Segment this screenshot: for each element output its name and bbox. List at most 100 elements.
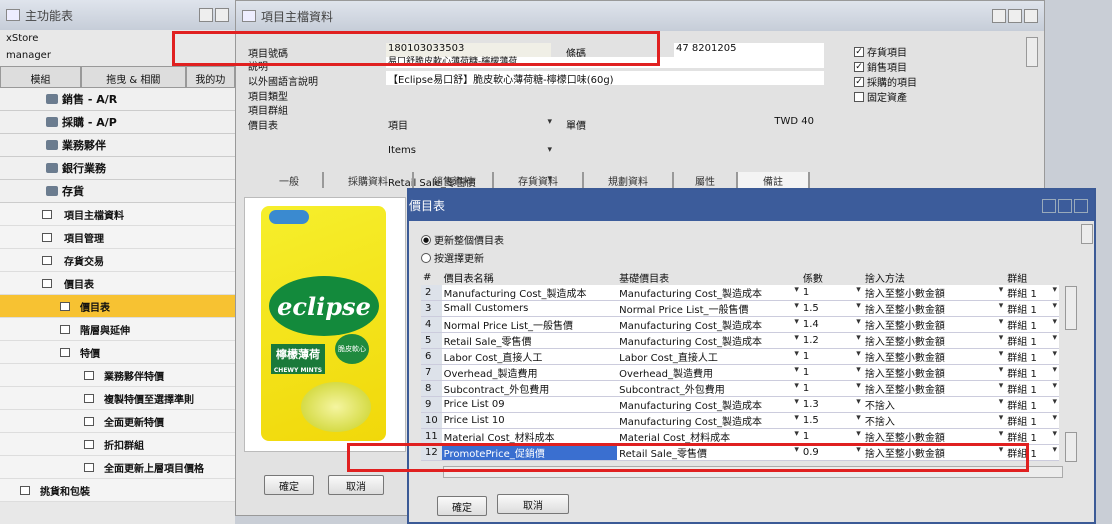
pl-ok-button[interactable]: 確定 [437,496,487,516]
price-list-name-cell[interactable]: Subcontract_外包費用 [441,380,618,397]
section-inventory[interactable]: 存貨 [0,180,235,203]
table-row[interactable]: 2 Manufacturing Cost_製造成本 Manufacturing Co… [421,285,1059,301]
table-scrollbar-upper[interactable] [1065,286,1077,330]
section-business-partners[interactable]: 業務夥伴 [0,134,235,157]
table-row[interactable]: 6Labor Cost_直接人工Labor Cost_直接人工1捨入至整小數金額… [421,348,1059,365]
table-row[interactable]: 8Subcontract_外包費用Subcontract_外包費用1捨入至整小數… [421,380,1059,397]
group-cell[interactable]: 群組 1 [1005,300,1059,317]
rounding-cell[interactable]: 捨入至整小數金額 [862,348,1006,365]
base-price-list-cell[interactable]: Manufacturing Cost_製造成本 [617,285,801,301]
section-purchasing[interactable]: 採購 - A/P [0,111,235,134]
cancel-button[interactable]: 取消 [328,475,384,495]
rounding-cell[interactable]: 捨入至整小數金額 [862,316,1006,333]
rounding-cell[interactable]: 捨入至整小數金額 [862,380,1006,397]
tab-purchasing[interactable]: 採購資料 [324,172,414,188]
section-banking[interactable]: 銀行業務 [0,157,235,180]
table-row[interactable]: 4 Normal Price List_一般售價 Manufacturing Cos… [421,316,1059,333]
rounding-cell[interactable]: 捨入至整小數金額 [862,364,1006,381]
table-row[interactable]: 5Retail Sale_零售價Manufacturing Cost_製造成本1… [421,332,1059,349]
maximize-icon[interactable] [1008,9,1022,23]
base-price-list-cell[interactable]: Overhead_製造費用 [617,364,801,381]
price-list-name-cell[interactable]: Normal Price List_一般售價 [441,316,618,333]
tab-inventory[interactable]: 存貨資料 [494,172,584,188]
menu-item-price-lists-folder[interactable]: 價目表 [0,272,235,295]
close-icon[interactable] [1074,198,1088,213]
base-price-list-cell[interactable]: Labor Cost_直接人工 [617,348,801,365]
menu-item-hierarchy[interactable]: 階層與延伸 [0,318,235,341]
form-scrollbar[interactable] [1026,37,1038,67]
price-list-name-cell[interactable]: Overhead_製造費用 [441,364,618,381]
tab-drag-relate[interactable]: 拖曳 & 相關 [80,66,186,88]
tab-remarks[interactable]: 備註 [738,172,810,188]
menu-item-special-prices[interactable]: 特價 [0,341,235,364]
base-price-list-cell[interactable]: Manufacturing Cost_製造成本 [617,412,801,429]
base-price-list-cell[interactable]: Manufacturing Cost_製造成本 [617,332,801,349]
rounding-cell[interactable]: 不捨入 [862,412,1006,429]
minimize-icon[interactable] [215,8,229,22]
sales-item-checkbox[interactable]: ✓ 銷售項目 [854,59,907,74]
base-price-list-cell[interactable]: Subcontract_外包費用 [617,380,801,397]
factor-cell[interactable]: 1.5 [800,412,863,429]
menu-item-item-mgmt[interactable]: 項目管理 [0,226,235,249]
minimize-icon[interactable] [992,9,1006,23]
item-group-select[interactable]: Items [386,145,554,159]
inventory-item-checkbox[interactable]: ✓ 存貨項目 [854,44,907,59]
factor-cell[interactable]: 1.4 [800,316,863,333]
menu-item-copy-special[interactable]: 複製特價至選擇準則 [0,387,235,410]
group-cell[interactable]: 群組 1 [1005,285,1059,301]
tab-general[interactable]: 一般 [256,172,324,188]
foreign-desc-field[interactable]: 【Eclipse易口舒】脆皮軟心薄荷糖-檸檬口味(60g) [386,71,824,86]
price-list-name-cell[interactable]: Price List 10 [441,412,618,429]
price-list-name-cell[interactable]: Price List 09 [441,396,618,413]
group-cell[interactable]: 群組 1 [1005,412,1059,429]
rounding-cell[interactable]: 捨入至整小數金額 [862,300,1006,317]
base-price-list-cell[interactable]: Manufacturing Cost_製造成本 [617,396,801,413]
pl-cancel-button[interactable]: 取消 [497,494,569,514]
base-price-list-cell[interactable]: Normal Price List_一般售價 [617,300,801,317]
barcode-field[interactable]: 47 8201205 [674,43,824,57]
rounding-cell[interactable]: 捨入至整小數金額 [862,332,1006,349]
menu-item-update-parent[interactable]: 全面更新上層項目價格 [0,456,235,479]
price-list-name-cell[interactable]: Labor Cost_直接人工 [441,348,618,365]
unit-price-field[interactable]: TWD 40 [666,116,824,130]
factor-cell[interactable]: 1.2 [800,332,863,349]
window-scrollbar[interactable] [1081,224,1093,244]
group-cell[interactable]: 群組 1 [1005,380,1059,397]
base-price-list-cell[interactable]: Manufacturing Cost_製造成本 [617,316,801,333]
group-cell[interactable]: 群組 1 [1005,348,1059,365]
tab-planning[interactable]: 規劃資料 [584,172,674,188]
purchase-item-checkbox[interactable]: ✓ 採購的項目 [854,74,917,89]
group-cell[interactable]: 群組 1 [1005,316,1059,333]
restore-icon[interactable] [199,8,213,22]
factor-cell[interactable]: 1 [800,285,863,301]
group-cell[interactable]: 群組 1 [1005,332,1059,349]
factor-cell[interactable]: 1.5 [800,300,863,317]
maximize-icon[interactable] [1058,198,1072,213]
tab-modules[interactable]: 模組 [0,66,81,88]
price-list-name-cell[interactable]: Small Customers [441,300,618,317]
menu-item-inventory-trans[interactable]: 存貨交易 [0,249,235,272]
ok-button[interactable]: 確定 [264,475,314,495]
tab-sales[interactable]: 銷售資料 [414,172,494,188]
menu-item-bp-special[interactable]: 業務夥伴特價 [0,364,235,387]
menu-item-pick-pack[interactable]: 挑貨和包裝 [0,479,235,502]
minimize-icon[interactable] [1042,198,1056,213]
table-row[interactable]: 7Overhead_製造費用Overhead_製造費用1捨入至整小數金額群組 1 [421,364,1059,381]
tab-my-menu[interactable]: 我的功 [185,66,235,88]
update-selection-radio[interactable]: 按選擇更新 [421,250,484,265]
item-type-select[interactable]: 項目 [386,117,554,132]
table-row[interactable]: 9Price List 09Manufacturing Cost_製造成本1.3… [421,396,1059,413]
section-sales[interactable]: 銷售 - A/R [0,88,235,111]
menu-item-discount-groups[interactable]: 折扣群組 [0,433,235,456]
factor-cell[interactable]: 1 [800,348,863,365]
table-row[interactable]: 3Small CustomersNormal Price List_一般售價1.… [421,300,1059,317]
table-row[interactable]: 10Price List 10Manufacturing Cost_製造成本1.… [421,412,1059,429]
price-list-name-cell[interactable]: Retail Sale_零售價 [441,332,618,349]
menu-item-price-lists[interactable]: 價目表 [0,295,235,318]
rounding-cell[interactable]: 不捨入 [862,396,1006,413]
menu-item-master-data[interactable]: 項目主檔資料 [0,203,235,226]
update-all-radio[interactable]: ● 更新整個價目表 [421,232,504,247]
factor-cell[interactable]: 1 [800,364,863,381]
factor-cell[interactable]: 1 [800,380,863,397]
close-icon[interactable] [1024,9,1038,23]
